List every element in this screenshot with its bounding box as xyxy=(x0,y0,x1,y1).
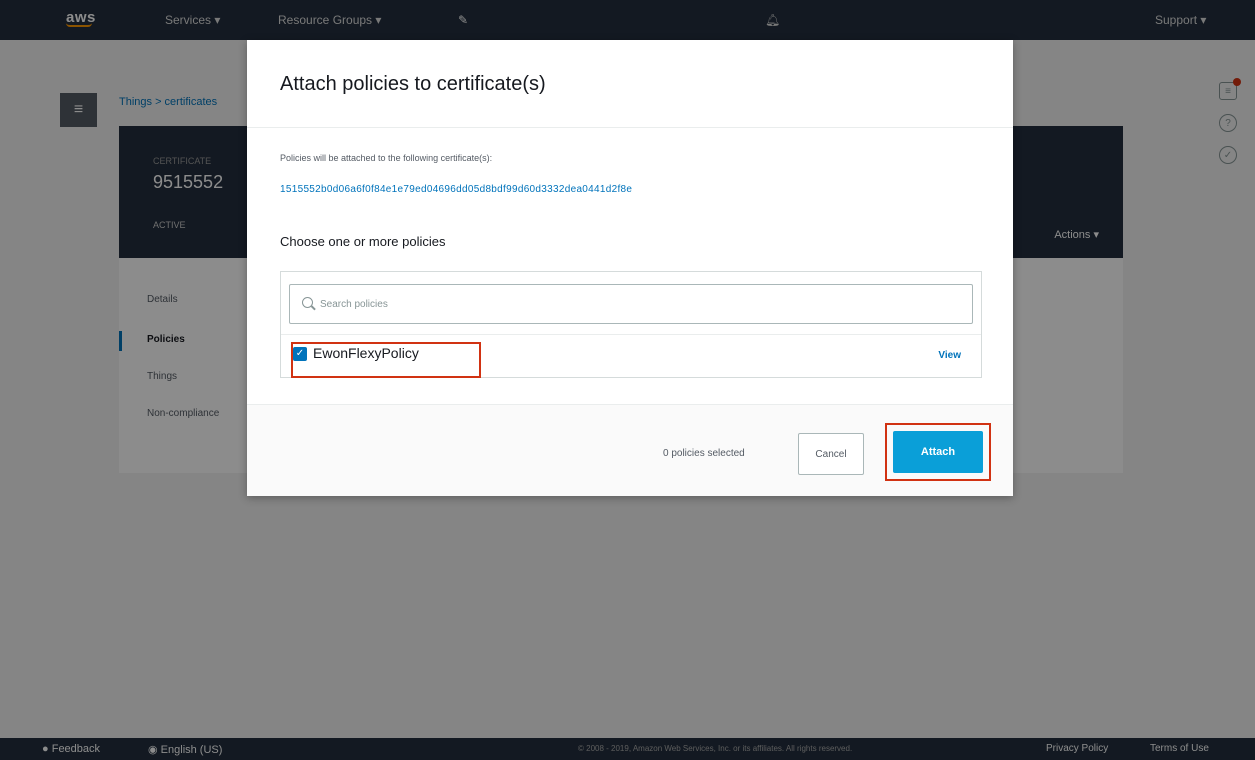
attach-button[interactable]: Attach xyxy=(893,431,983,473)
policy-row[interactable]: ✓ EwonFlexyPolicy View xyxy=(281,334,981,378)
cancel-button[interactable]: Cancel xyxy=(798,433,864,475)
certificate-hash-link[interactable]: 1515552b0d06a6f0f84e1e79ed04696dd05d8bdf… xyxy=(280,184,632,195)
modal-header: Attach policies to certificate(s) xyxy=(247,40,1013,128)
choose-policies-label: Choose one or more policies xyxy=(280,234,446,249)
search-policies-input[interactable] xyxy=(320,285,960,323)
search-container xyxy=(289,284,973,324)
view-policy-link[interactable]: View xyxy=(938,350,961,361)
policy-name: EwonFlexyPolicy xyxy=(313,345,419,361)
selected-count-text: 0 policies selected xyxy=(663,448,745,459)
modal-title: Attach policies to certificate(s) xyxy=(280,73,546,95)
search-icon xyxy=(302,297,313,308)
policy-checkbox[interactable]: ✓ xyxy=(293,347,307,361)
policy-list-box: ✓ EwonFlexyPolicy View xyxy=(280,271,982,378)
modal-footer: 0 policies selected Cancel Attach xyxy=(247,404,1013,496)
certificate-info-label: Policies will be attached to the followi… xyxy=(280,153,493,163)
attach-policies-modal: Attach policies to certificate(s) Polici… xyxy=(247,40,1013,496)
